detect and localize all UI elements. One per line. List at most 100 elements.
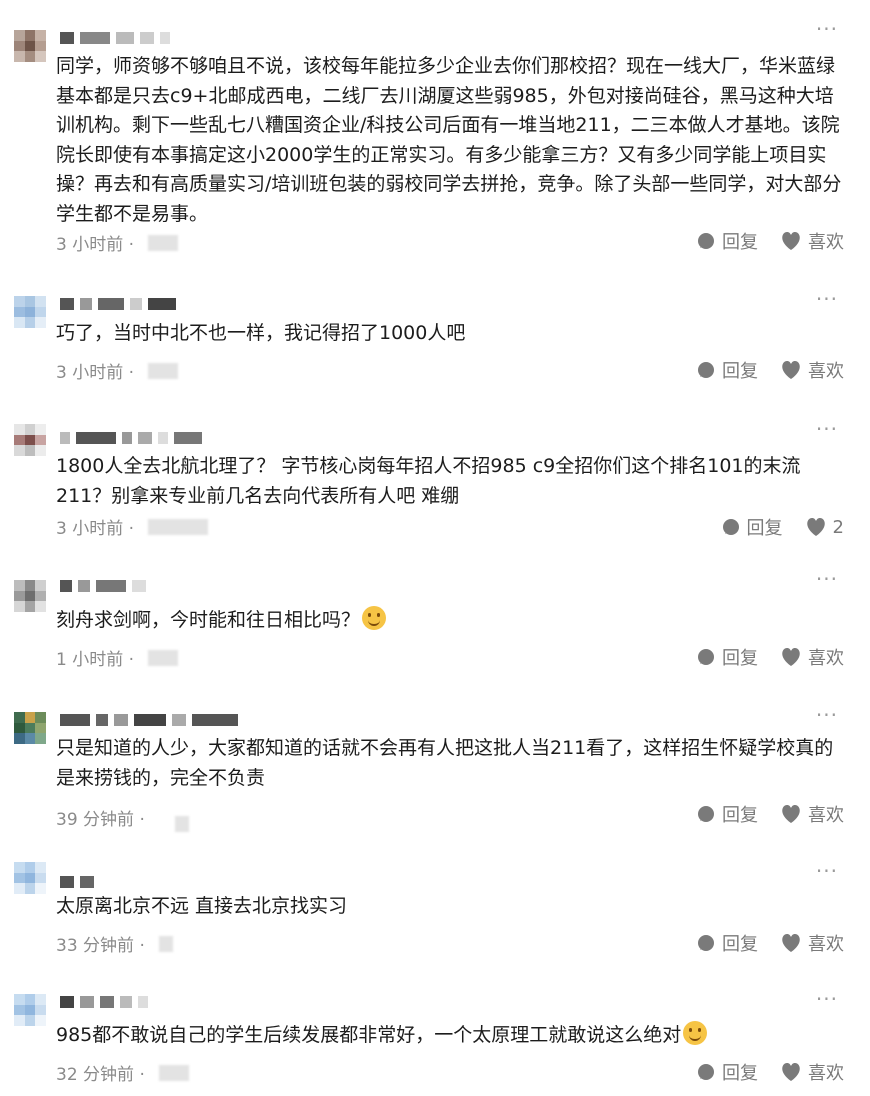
more-dots-icon[interactable]: ··· [816,861,838,881]
comment-text: 刻舟求剑啊，今时能和往日相比吗？ [56,606,846,636]
location-redacted [158,1064,189,1081]
like-label: 喜欢 [808,805,844,826]
location-redacted [148,649,179,666]
avatar[interactable] [14,580,46,612]
reply-bubble-icon [721,517,741,537]
comment-meta: 1 小时前 · [56,645,179,670]
heart-icon [780,360,802,380]
comment-actions: 回复 喜欢 [696,930,844,956]
username-redacted [60,580,146,592]
reply-button[interactable]: 回复 [696,1059,758,1085]
heart-icon [780,933,802,953]
comment-meta: 3 小时前 · [56,514,209,539]
reply-bubble-icon [696,647,716,667]
comment-time: 33 分钟前 · [56,936,145,956]
username-redacted [60,298,176,310]
comment-time: 39 分钟前 · [56,809,145,830]
like-button[interactable]: 喜欢 [780,228,844,254]
like-button[interactable]: 喜欢 [780,801,844,827]
comment-time: 1 小时前 · [56,650,135,670]
reply-label: 回复 [722,232,758,253]
comment-time: 3 小时前 · [56,235,135,255]
comment-text-content: 刻舟求剑啊，今时能和往日相比吗？ [56,609,361,631]
username-redacted [60,876,94,888]
comment-meta: 3 小时前 · [56,358,179,383]
reply-bubble-icon [696,360,716,380]
comment-text: 同学，师资够不够咱且不说，该校每年能拉多少企业去你们那校招？现在一线大厂，华米蓝… [56,55,842,225]
location-redacted [174,816,189,832]
reply-label: 回复 [722,805,758,826]
more-dots-icon[interactable]: ··· [816,419,838,439]
reply-label: 回复 [722,361,758,382]
comment-text: 只是知道的人少，大家都知道的话就不会再有人把这批人当211看了，这样招生怀疑学校… [56,737,834,789]
avatar[interactable] [14,424,46,456]
avatar[interactable] [14,862,46,894]
reply-button[interactable]: 回复 [721,514,783,540]
comment-time: 32 分钟前 · [56,1065,145,1085]
heart-icon [805,517,827,537]
like-button[interactable]: 喜欢 [780,644,844,670]
reply-button[interactable]: 回复 [696,644,758,670]
location-redacted [148,362,179,379]
thinking-emoji-icon [362,606,387,630]
comment-time: 3 小时前 · [56,363,135,383]
like-button[interactable]: 喜欢 [780,1059,844,1085]
comment-meta: 33 分钟前 · [56,931,173,956]
location-redacted [148,518,209,535]
reply-bubble-icon [696,933,716,953]
comment-text: 太原离北京不远 直接去北京找实习 [56,895,348,917]
reply-label: 回复 [722,934,758,955]
heart-icon [780,647,802,667]
like-button[interactable]: 喜欢 [780,930,844,956]
comment-meta: 3 小时前 · [56,230,179,255]
comment-actions: 回复 喜欢 [696,357,844,383]
like-label: 喜欢 [808,934,844,955]
more-dots-icon[interactable]: ··· [816,569,838,589]
avatar[interactable] [14,712,46,744]
comment-meta: 39 分钟前 · [56,802,189,832]
comment-text: 985都不敢说自己的学生后续发展都非常好，一个太原理工就敢说这么绝对 [56,1021,846,1051]
like-label: 喜欢 [808,361,844,382]
avatar[interactable] [14,296,46,328]
comment-actions: 回复 2 [721,514,844,540]
comment-meta: 32 分钟前 · [56,1060,189,1085]
like-label: 喜欢 [808,232,844,253]
comment-actions: 回复 喜欢 [696,228,844,254]
reply-button[interactable]: 回复 [696,228,758,254]
username-redacted [60,996,148,1008]
reply-button[interactable]: 回复 [696,357,758,383]
reply-label: 回复 [722,648,758,669]
more-dots-icon[interactable]: ··· [816,989,838,1009]
comment-actions: 回复 喜欢 [696,1059,844,1085]
reply-button[interactable]: 回复 [696,930,758,956]
location-redacted [148,234,179,251]
reply-bubble-icon [696,231,716,251]
comment-time: 3 小时前 · [56,519,135,539]
reply-label: 回复 [722,1063,758,1084]
more-dots-icon[interactable]: ··· [816,289,838,309]
heart-icon [780,804,802,824]
comment-actions: 回复 喜欢 [696,644,844,670]
reply-bubble-icon [696,804,716,824]
comment-text: 1800人全去北航北理了？ 字节核心岗每年招人不招985 c9全招你们这个排名1… [56,455,801,507]
username-redacted [60,32,170,44]
more-dots-icon[interactable]: ··· [816,705,838,725]
like-count: 2 [832,516,844,538]
heart-icon [780,1062,802,1082]
heart-icon [780,231,802,251]
comment-text: 巧了，当时中北不也一样，我记得招了1000人吧 [56,322,466,344]
like-button[interactable]: 2 [805,517,844,538]
reply-label: 回复 [746,518,783,539]
more-dots-icon[interactable]: ··· [816,19,838,39]
comment-text-content: 985都不敢说自己的学生后续发展都非常好，一个太原理工就敢说这么绝对 [56,1024,682,1046]
username-redacted [60,432,202,444]
avatar[interactable] [14,30,46,62]
comment-actions: 回复 喜欢 [696,801,844,827]
like-label: 喜欢 [808,1063,844,1084]
avatar[interactable] [14,994,46,1026]
username-redacted [60,714,238,726]
like-button[interactable]: 喜欢 [780,357,844,383]
reply-bubble-icon [696,1062,716,1082]
reply-button[interactable]: 回复 [696,801,758,827]
smile-emoji-icon [683,1021,708,1045]
